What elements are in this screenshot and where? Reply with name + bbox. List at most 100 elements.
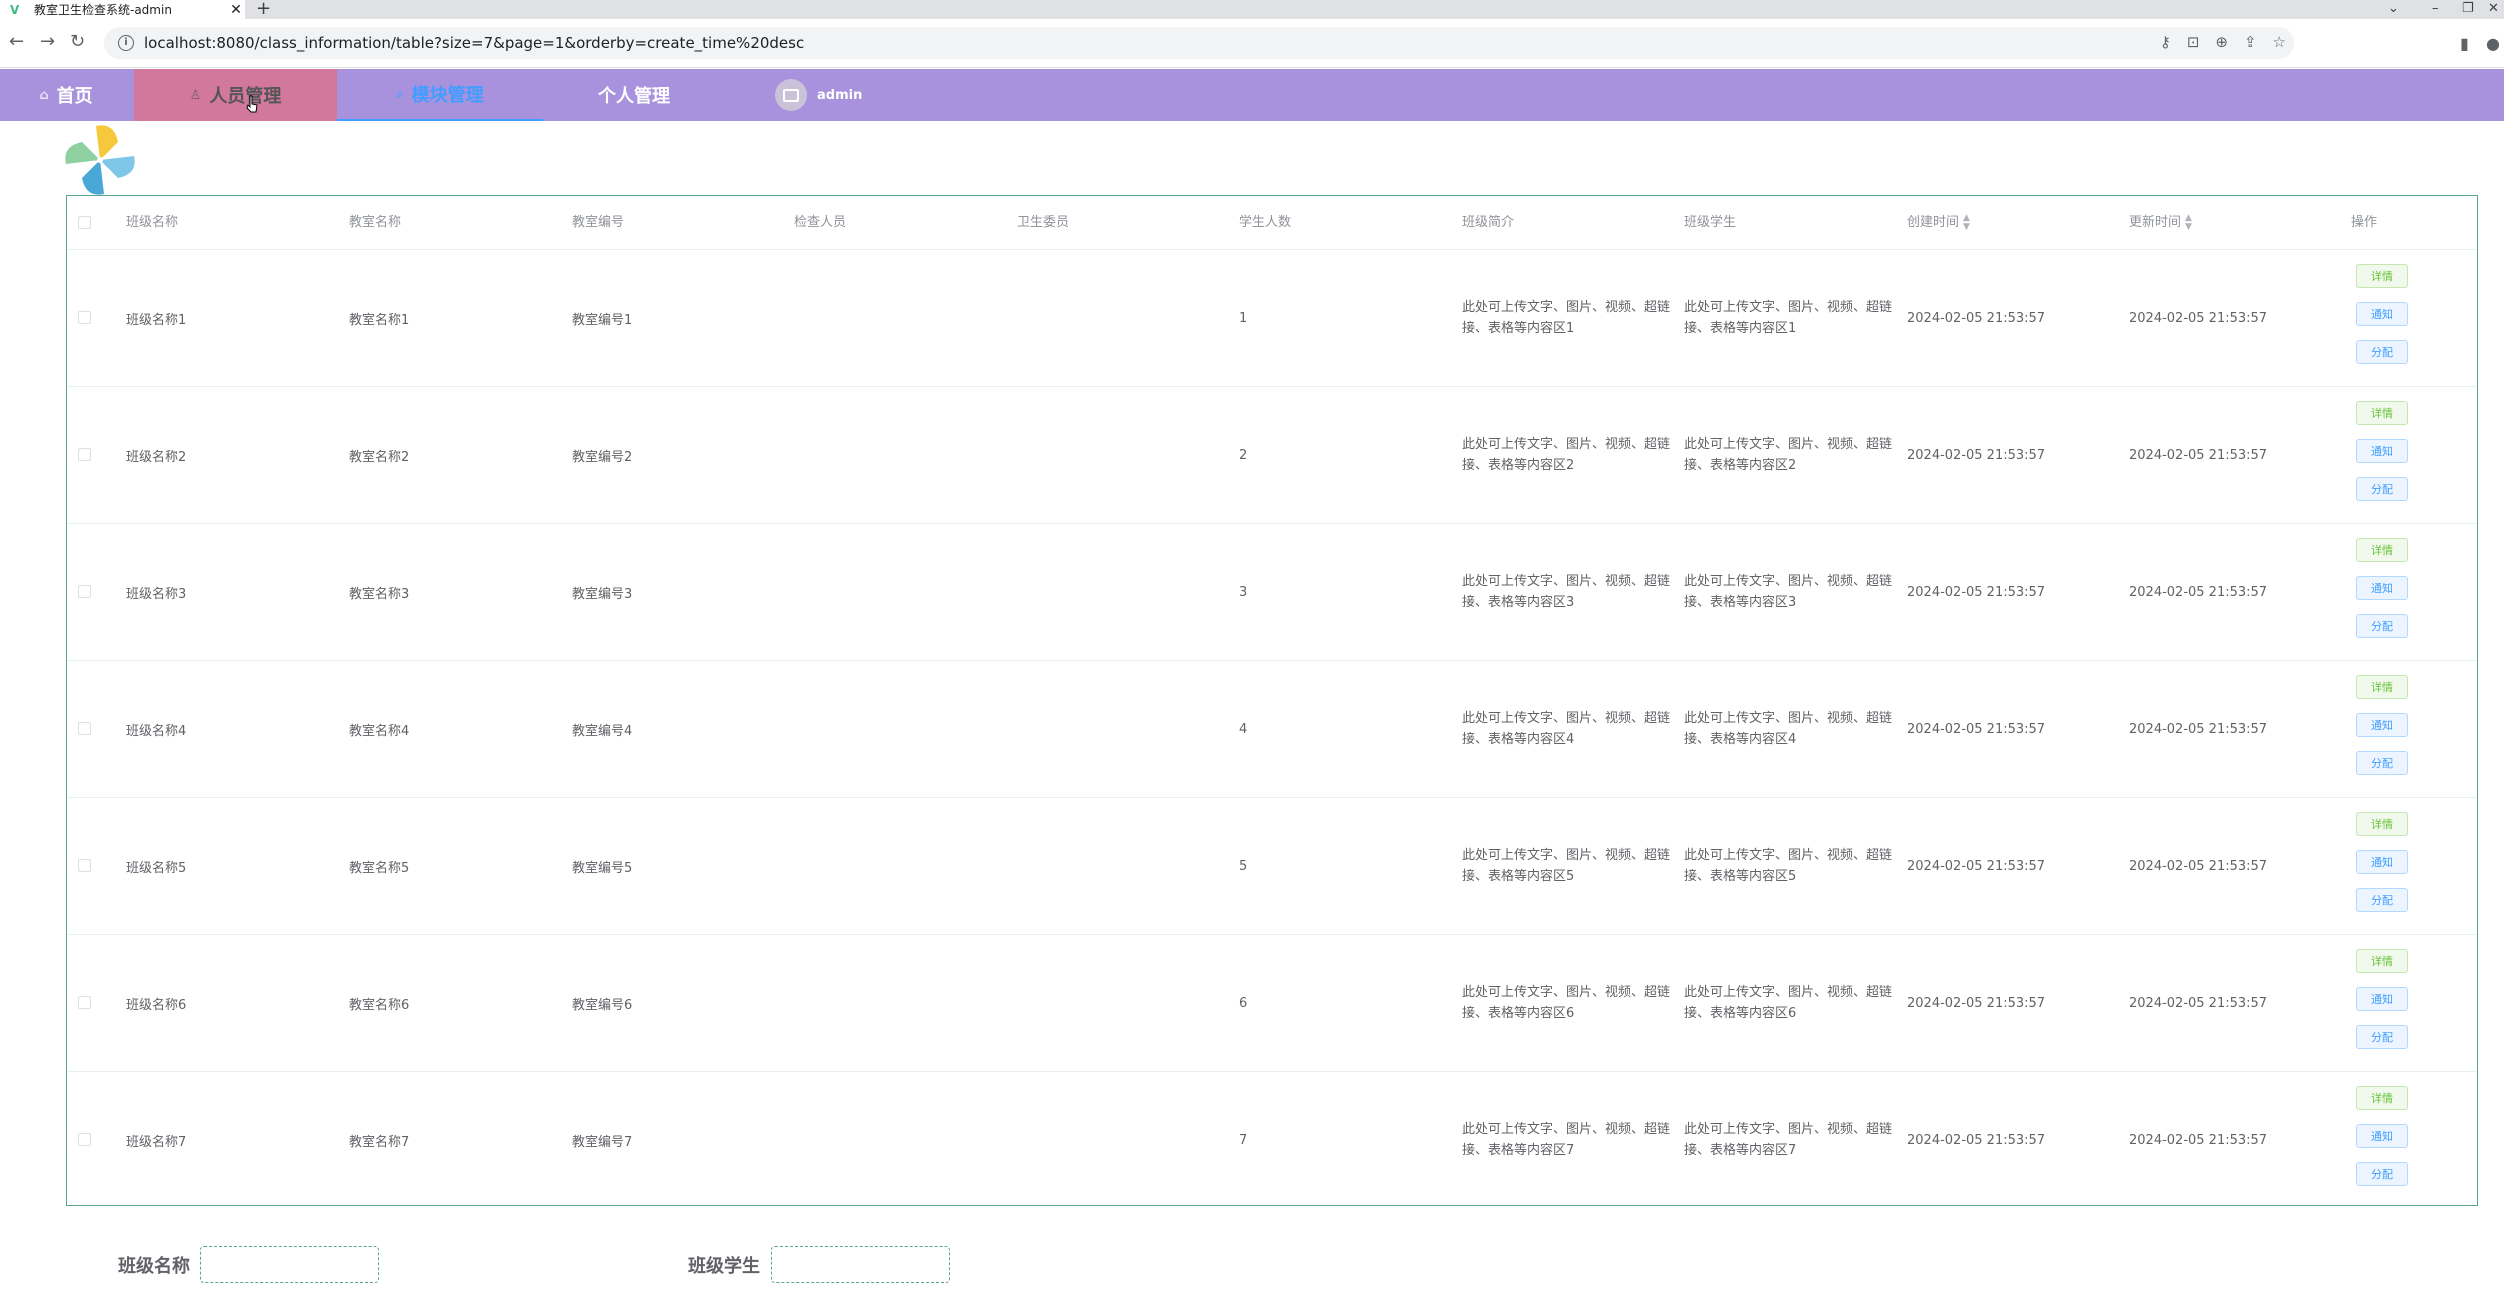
assign-button[interactable]: 分配 — [2356, 1162, 2408, 1186]
select-all-checkbox[interactable] — [78, 216, 91, 229]
cell-room-name: 教室名称1 — [349, 312, 410, 328]
close-window-icon[interactable]: ✕ — [2488, 0, 2499, 19]
cell-room-no: 教室编号3 — [572, 586, 633, 602]
table-row: 班级名称1 教室名称1 教室编号1 1 此处可上传文字、图片、视频、超链接、表格等内容区… — [67, 250, 2477, 387]
table-row: 班级名称4 教室名称4 教室编号4 4 此处可上传文字、图片、视频、超链接、表格等内容区… — [67, 661, 2477, 798]
user-icon: ♙ — [189, 87, 202, 103]
avatar — [775, 79, 807, 111]
notify-button[interactable]: 通知 — [2356, 576, 2408, 600]
detail-button[interactable]: 详情 — [2356, 1086, 2408, 1110]
sort-icon[interactable]: ▲ ▼ — [1963, 213, 1971, 232]
cell-student-count: 2 — [1239, 447, 1248, 463]
row-checkbox[interactable] — [78, 585, 91, 598]
cell-updated: 2024-02-05 21:53:57 — [2129, 447, 2268, 463]
notify-button[interactable]: 通知 — [2356, 1124, 2408, 1148]
home-icon: ⌂ — [39, 87, 49, 103]
row-checkbox[interactable] — [78, 1133, 91, 1146]
cell-created: 2024-02-05 21:53:57 — [1907, 858, 2046, 874]
notify-button[interactable]: 通知 — [2356, 439, 2408, 463]
row-actions: 详情 通知 分配 — [2356, 264, 2410, 364]
nav-personal-management[interactable]: 个人管理 — [543, 69, 725, 121]
browser-tab-strip: V 教室卫生检查系统-admin ✕ + ⌄ – ❐ ✕ — [0, 0, 2504, 19]
nav-people-management[interactable]: ♙ 人员管理 — [134, 69, 337, 121]
cell-room-name: 教室名称2 — [349, 449, 410, 465]
site-info-icon[interactable]: i — [118, 35, 134, 51]
assign-button[interactable]: 分配 — [2356, 614, 2408, 638]
header-actions: 操作 — [2351, 215, 2378, 230]
cell-class-students: 此处可上传文字、图片、视频、超链接、表格等内容区6 — [1684, 985, 1893, 1021]
nav-home[interactable]: ⌂ 首页 — [0, 69, 132, 121]
new-tab-button[interactable]: + — [256, 0, 271, 19]
notify-button[interactable]: 通知 — [2356, 713, 2408, 737]
zoom-icon[interactable]: ⊕ — [2215, 33, 2228, 51]
class-name-input[interactable] — [200, 1246, 379, 1283]
assign-button[interactable]: 分配 — [2356, 340, 2408, 364]
assign-button[interactable]: 分配 — [2356, 477, 2408, 501]
cell-created: 2024-02-05 21:53:57 — [1907, 584, 2046, 600]
reload-icon[interactable]: ↻ — [70, 31, 85, 53]
cell-intro: 此处可上传文字、图片、视频、超链接、表格等内容区7 — [1462, 1122, 1671, 1158]
assign-button[interactable]: 分配 — [2356, 751, 2408, 775]
row-checkbox[interactable] — [78, 722, 91, 735]
nav-user-menu[interactable]: admin — [775, 69, 895, 121]
notify-button[interactable]: 通知 — [2356, 987, 2408, 1011]
cell-created: 2024-02-05 21:53:57 — [1907, 995, 2046, 1011]
pinwheel-logo-icon — [65, 125, 135, 195]
class-info-table: 班级名称 教室名称 教室编号 检查人员 卫生委员 学生人数 班级简介 班级学生 … — [66, 195, 2478, 1206]
cell-intro: 此处可上传文字、图片、视频、超链接、表格等内容区3 — [1462, 574, 1671, 610]
cell-class-name: 班级名称4 — [126, 723, 187, 739]
back-arrow-icon[interactable]: ← — [9, 31, 24, 53]
header-committee: 卫生委员 — [1017, 215, 1070, 230]
class-students-label: 班级学生 — [688, 1256, 760, 1277]
header-class-name: 班级名称 — [126, 215, 179, 230]
profile-icon[interactable]: ● — [2486, 34, 2500, 53]
share-icon[interactable]: ⇪ — [2244, 33, 2257, 51]
header-created[interactable]: 创建时间 ▲ ▼ — [1907, 196, 1971, 250]
cell-class-name: 班级名称6 — [126, 997, 187, 1013]
cell-class-students: 此处可上传文字、图片、视频、超链接、表格等内容区5 — [1684, 848, 1893, 884]
close-tab-icon[interactable]: ✕ — [227, 2, 245, 18]
header-created-label: 创建时间 — [1907, 215, 1960, 230]
class-students-input[interactable] — [771, 1246, 950, 1283]
row-checkbox[interactable] — [78, 311, 91, 324]
forward-arrow-icon[interactable]: → — [40, 31, 55, 53]
install-app-icon[interactable]: ⊡ — [2187, 33, 2200, 51]
restore-icon[interactable]: ❐ — [2462, 0, 2474, 19]
detail-button[interactable]: 详情 — [2356, 264, 2408, 288]
row-checkbox[interactable] — [78, 996, 91, 1009]
row-actions: 详情 通知 分配 — [2356, 538, 2410, 638]
cell-room-no: 教室编号6 — [572, 997, 633, 1013]
browser-tab[interactable]: V 教室卫生检查系统-admin ✕ — [0, 0, 245, 19]
image-placeholder-icon — [783, 88, 799, 102]
cell-room-no: 教室编号7 — [572, 1134, 633, 1150]
app-top-nav: ⌂ 首页 ♙ 人员管理 ⌕ 模块管理 个人管理 admin — [0, 69, 2504, 121]
assign-button[interactable]: 分配 — [2356, 1025, 2408, 1049]
detail-button[interactable]: 详情 — [2356, 949, 2408, 973]
notify-button[interactable]: 通知 — [2356, 850, 2408, 874]
minimize-icon[interactable]: – — [2432, 0, 2439, 19]
key-icon[interactable]: ⚷ — [2160, 33, 2171, 51]
table-row: 班级名称3 教室名称3 教室编号3 3 此处可上传文字、图片、视频、超链接、表格等内容区… — [67, 524, 2477, 661]
row-checkbox[interactable] — [78, 859, 91, 872]
cell-intro: 此处可上传文字、图片、视频、超链接、表格等内容区2 — [1462, 437, 1671, 473]
side-panel-icon[interactable]: ▮ — [2460, 34, 2469, 53]
detail-button[interactable]: 详情 — [2356, 675, 2408, 699]
notify-button[interactable]: 通知 — [2356, 302, 2408, 326]
bookmark-star-icon[interactable]: ☆ — [2273, 33, 2286, 51]
user-name: admin — [817, 87, 863, 103]
cell-class-students: 此处可上传文字、图片、视频、超链接、表格等内容区2 — [1684, 437, 1893, 473]
nav-module-management[interactable]: ⌕ 模块管理 — [337, 69, 543, 121]
header-updated[interactable]: 更新时间 ▲ ▼ — [2129, 196, 2193, 250]
detail-button[interactable]: 详情 — [2356, 538, 2408, 562]
detail-button[interactable]: 详情 — [2356, 401, 2408, 425]
row-checkbox[interactable] — [78, 448, 91, 461]
sort-icon[interactable]: ▲ ▼ — [2185, 213, 2193, 232]
class-name-label: 班级名称 — [118, 1256, 190, 1277]
address-bar[interactable]: i localhost:8080/class_information/table… — [104, 27, 2294, 59]
browser-toolbar: ← → ↻ i localhost:8080/class_information… — [0, 19, 2504, 68]
table-row: 班级名称7 教室名称7 教室编号7 7 此处可上传文字、图片、视频、超链接、表格等内容区… — [67, 1072, 2477, 1209]
assign-button[interactable]: 分配 — [2356, 888, 2408, 912]
cell-updated: 2024-02-05 21:53:57 — [2129, 584, 2268, 600]
detail-button[interactable]: 详情 — [2356, 812, 2408, 836]
tab-search-icon[interactable]: ⌄ — [2388, 0, 2399, 19]
